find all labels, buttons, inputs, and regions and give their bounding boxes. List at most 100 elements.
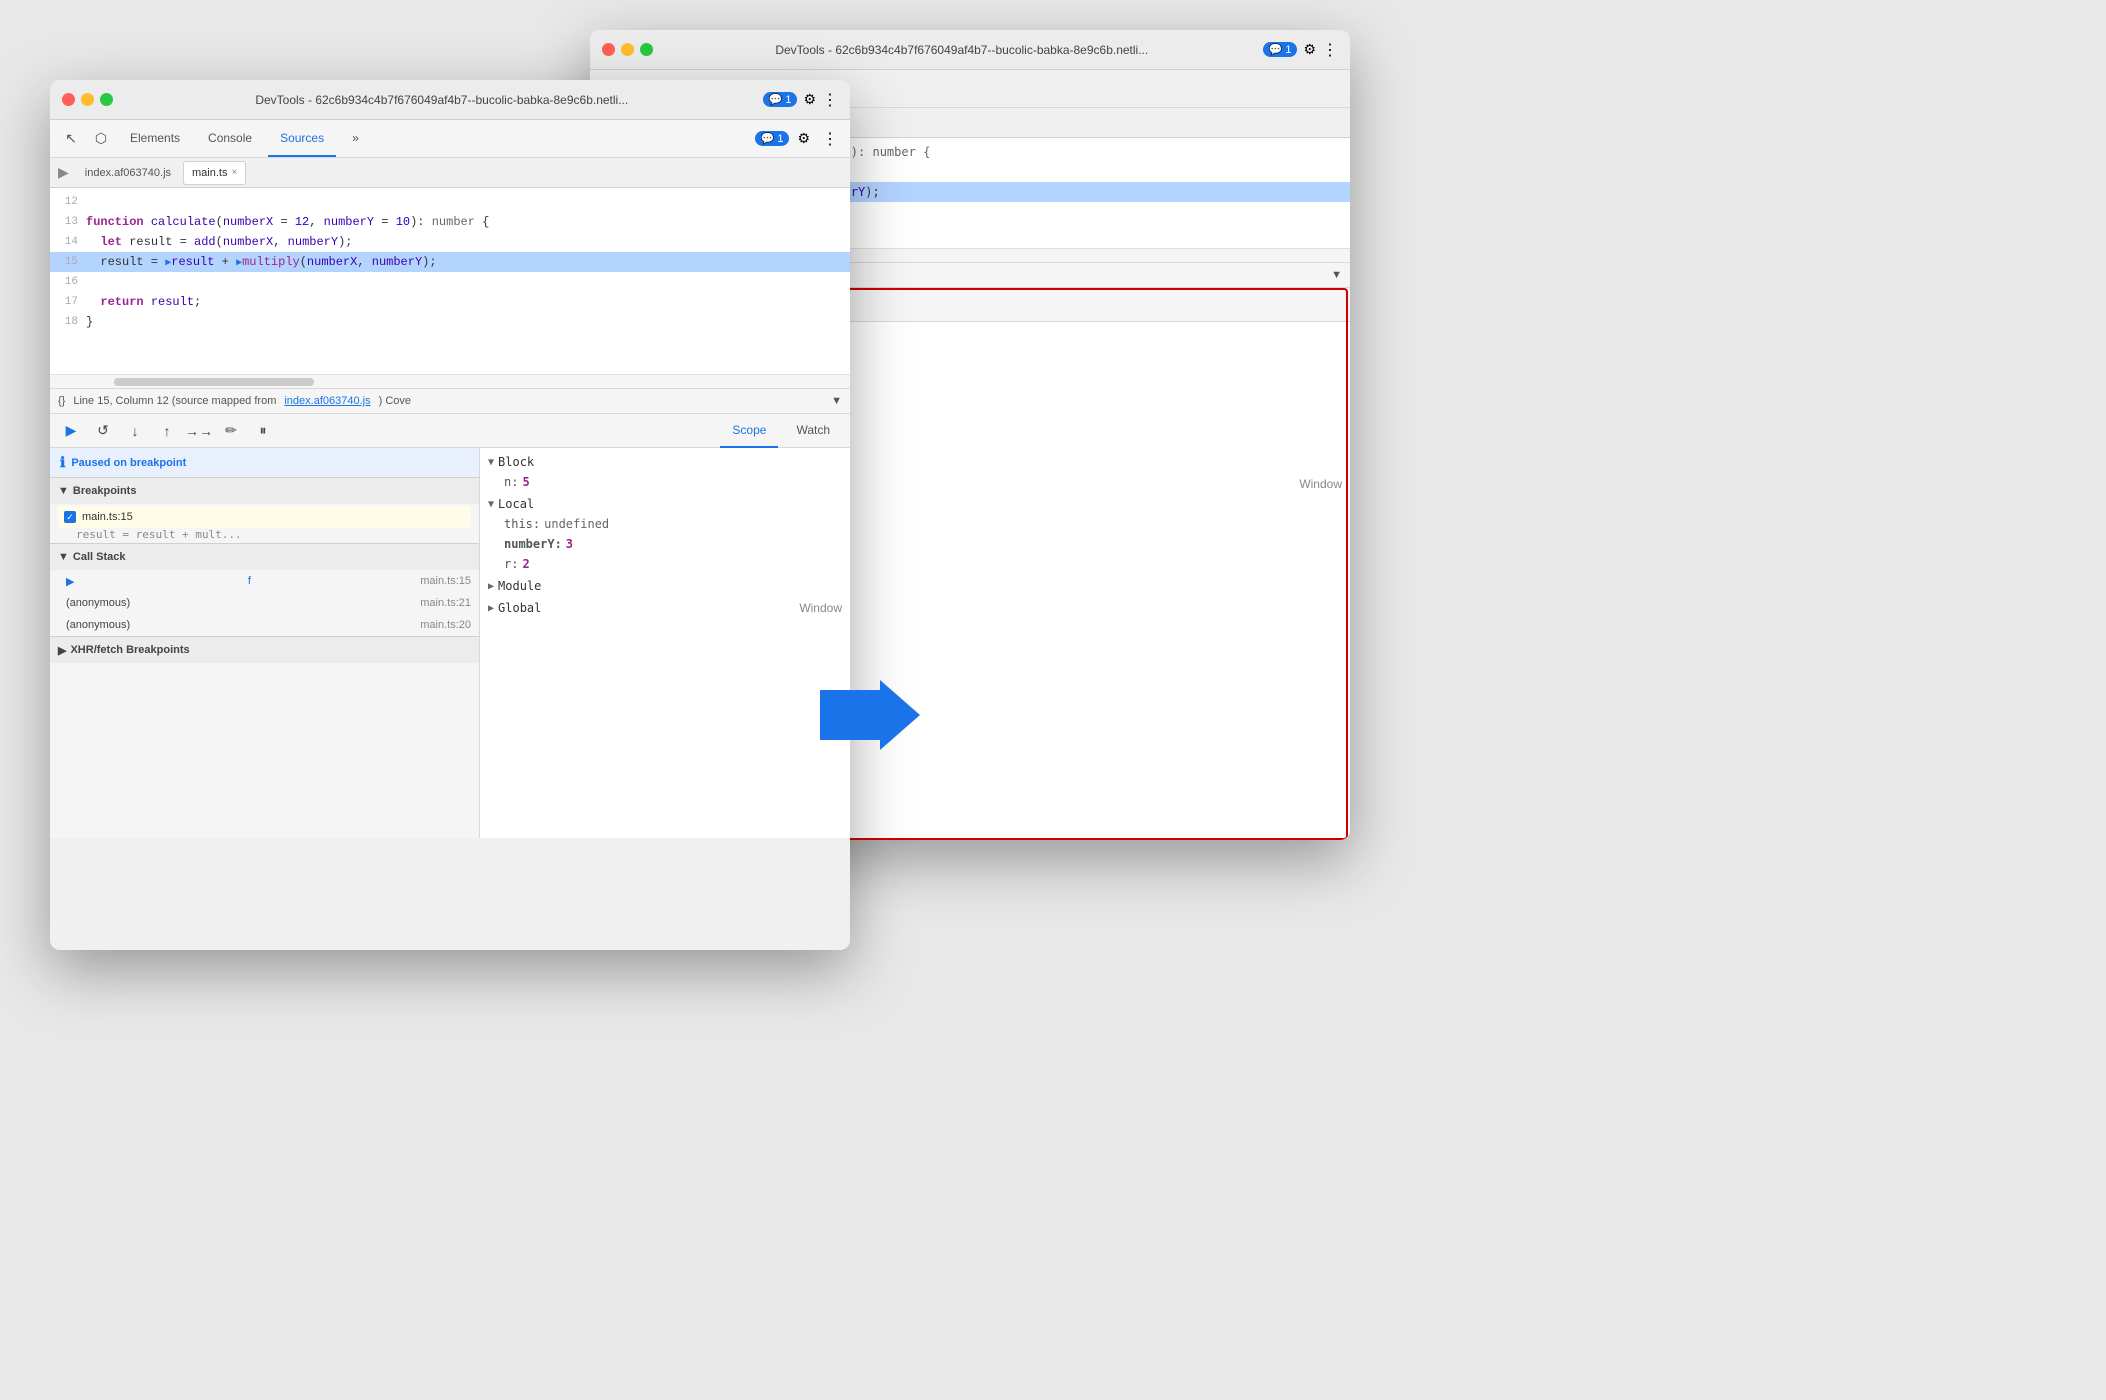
gear-icon-back[interactable]: ⚙: [1303, 41, 1316, 58]
file-tab-close-main[interactable]: ×: [231, 167, 237, 178]
pause-button[interactable]: ⏸: [250, 418, 276, 444]
triangle-global-main: ▶: [488, 603, 494, 614]
bp-checkbox[interactable]: ✓: [64, 511, 76, 523]
maximize-button-main[interactable]: [100, 93, 113, 106]
notification-badge-main: 💬 1: [763, 92, 798, 107]
scrollbar-thumb-main[interactable]: [114, 378, 314, 386]
status-link-main[interactable]: index.af063740.js: [284, 395, 370, 407]
scope-block-main: ▼ Block n: 5: [480, 452, 850, 492]
step-out-button[interactable]: ↑: [154, 418, 180, 444]
breakpoints-section: ▼ Breakpoints ✓ main.ts:15 result = resu…: [50, 478, 479, 544]
close-button-main[interactable]: [62, 93, 75, 106]
code-section-main: 12 13 function calculate(numberX = 12, n…: [50, 188, 850, 388]
scope-item-n: n: 5: [480, 472, 850, 492]
line-num-18: 18: [50, 316, 86, 328]
tab-more-main[interactable]: »: [340, 120, 371, 157]
callstack-item-anon2[interactable]: (anonymous) main.ts:20: [50, 614, 479, 636]
bp-code: result = result + mult...: [58, 528, 471, 541]
tab-elements[interactable]: Elements: [118, 120, 192, 157]
traffic-lights-back: [602, 43, 653, 56]
triangle-block-main: ▼: [488, 457, 494, 468]
bp-item-row[interactable]: ✓ main.ts:15: [58, 506, 471, 528]
breakpoints-header[interactable]: ▼ Breakpoints: [50, 478, 479, 504]
sidebar-panel-main: ℹ Paused on breakpoint ▼ Breakpoints ✓ m…: [50, 448, 480, 838]
xhr-section-header[interactable]: ▶ XHR/fetch Breakpoints: [50, 637, 479, 663]
scope-global-value-back: Window: [1299, 477, 1342, 491]
minimize-button-main[interactable]: [81, 93, 94, 106]
deactivate-button[interactable]: ✏: [218, 418, 244, 444]
bp-name: main.ts:15: [82, 511, 133, 523]
code-line-14: 14 let result = add(numberX, numberY);: [50, 232, 850, 252]
cursor-icon[interactable]: ↖: [58, 126, 84, 152]
collapse-icon-main[interactable]: ▼: [831, 395, 842, 407]
scope-key-n: n:: [504, 475, 518, 489]
gear-icon-main[interactable]: ⚙: [803, 91, 816, 108]
tab-console-main[interactable]: Console: [196, 120, 264, 157]
code-content-13: function calculate(numberX = 12, numberY…: [86, 215, 842, 229]
scope-item-numberY-main: numberY: 3: [480, 534, 850, 554]
scope-block-label-main: Block: [498, 455, 534, 469]
play-icon[interactable]: ▶: [58, 164, 69, 181]
scope-global-main: ▶ Global Window: [480, 598, 850, 618]
callstack-arrow-icon: ▶: [66, 575, 74, 588]
step-button[interactable]: →→: [186, 418, 212, 444]
code-content-14: let result = add(numberX, numberY);: [86, 235, 842, 249]
more-icon-main[interactable]: ⋮: [822, 90, 838, 110]
callstack-line-anon1: main.ts:21: [420, 597, 471, 609]
step-over-button[interactable]: ↺: [90, 418, 116, 444]
scope-local-main: ▼ Local this: undefined numberY: 3 r:: [480, 494, 850, 574]
scope-block-header-main[interactable]: ▼ Block: [480, 452, 850, 472]
callstack-label: Call Stack: [73, 551, 126, 563]
more-icon-inline[interactable]: ⋮: [818, 129, 842, 149]
traffic-lights-main: [62, 93, 113, 106]
code-content-15: result = ▶result + ▶multiply(numberX, nu…: [86, 255, 842, 269]
close-button-back[interactable]: [602, 43, 615, 56]
code-line-18: 18 }: [50, 312, 850, 332]
scope-item-this-main: this: undefined: [480, 514, 850, 534]
scope-global-header-main[interactable]: ▶ Global Window: [480, 598, 850, 618]
maximize-button-back[interactable]: [640, 43, 653, 56]
code-line-15: 15 result = ▶result + ▶multiply(numberX,…: [50, 252, 850, 272]
scope-local-label-main: Local: [498, 497, 534, 511]
triangle-local-main: ▼: [488, 499, 494, 510]
more-icon-back[interactable]: ⋮: [1322, 40, 1338, 60]
curly-braces-icon[interactable]: {}: [58, 395, 65, 407]
gear-icon-inline[interactable]: ⚙: [793, 130, 814, 147]
step-into-button[interactable]: ↓: [122, 418, 148, 444]
line-num-13: 13: [50, 216, 86, 228]
toolbar-main: ↖ ⬡ Elements Console Sources » 💬 1 ⚙ ⋮: [50, 120, 850, 158]
line-num-12: 12: [50, 196, 86, 208]
code-content-18: }: [86, 315, 842, 329]
scope-local-header-main[interactable]: ▼ Local: [480, 494, 850, 514]
collapse-icon-back[interactable]: ▼: [1331, 269, 1342, 281]
scope-module-label-main: Module: [498, 579, 541, 593]
titlebar-main: DevTools - 62c6b934c4b7f676049af4b7--buc…: [50, 80, 850, 120]
callstack-line-f: main.ts:15: [420, 575, 471, 587]
callstack-triangle: ▼: [58, 551, 69, 563]
scope-item-r: r: 2: [480, 554, 850, 574]
callstack-item-anon1[interactable]: (anonymous) main.ts:21: [50, 592, 479, 614]
tab-sources-main[interactable]: Sources: [268, 120, 336, 157]
file-tab-ts-main[interactable]: main.ts ×: [183, 161, 246, 185]
minimize-button-back[interactable]: [621, 43, 634, 56]
triangle-module-main: ▶: [488, 581, 494, 592]
notification-badge-back: 💬 1: [1263, 42, 1298, 57]
inspect-icon[interactable]: ⬡: [88, 126, 114, 152]
file-tab-js-main[interactable]: index.af063740.js: [77, 161, 179, 185]
callstack-header[interactable]: ▼ Call Stack: [50, 544, 479, 570]
info-icon: ℹ: [60, 454, 65, 471]
code-line-17: 17 return result;: [50, 292, 850, 312]
scope-panel-main: ▼ Block n: 5 ▼ Local: [480, 448, 850, 838]
callstack-name-anon1: (anonymous): [66, 597, 130, 609]
debug-scope-tab[interactable]: Scope: [720, 414, 778, 448]
callstack-item-f[interactable]: ▶ f main.ts:15: [50, 570, 479, 592]
scope-module-header-main[interactable]: ▶ Module: [480, 576, 850, 596]
status-text-main: Line 15, Column 12 (source mapped from: [73, 395, 276, 407]
xhr-label: XHR/fetch Breakpoints: [70, 644, 189, 656]
scrollbar-horiz-main[interactable]: [50, 374, 850, 388]
code-content-17: return result;: [86, 295, 842, 309]
breakpoints-label: Breakpoints: [73, 485, 137, 497]
debug-watch-tab[interactable]: Watch: [784, 414, 842, 448]
resume-button[interactable]: ▶: [58, 418, 84, 444]
scope-content-main: ▼ Block n: 5 ▼ Local: [480, 448, 850, 838]
